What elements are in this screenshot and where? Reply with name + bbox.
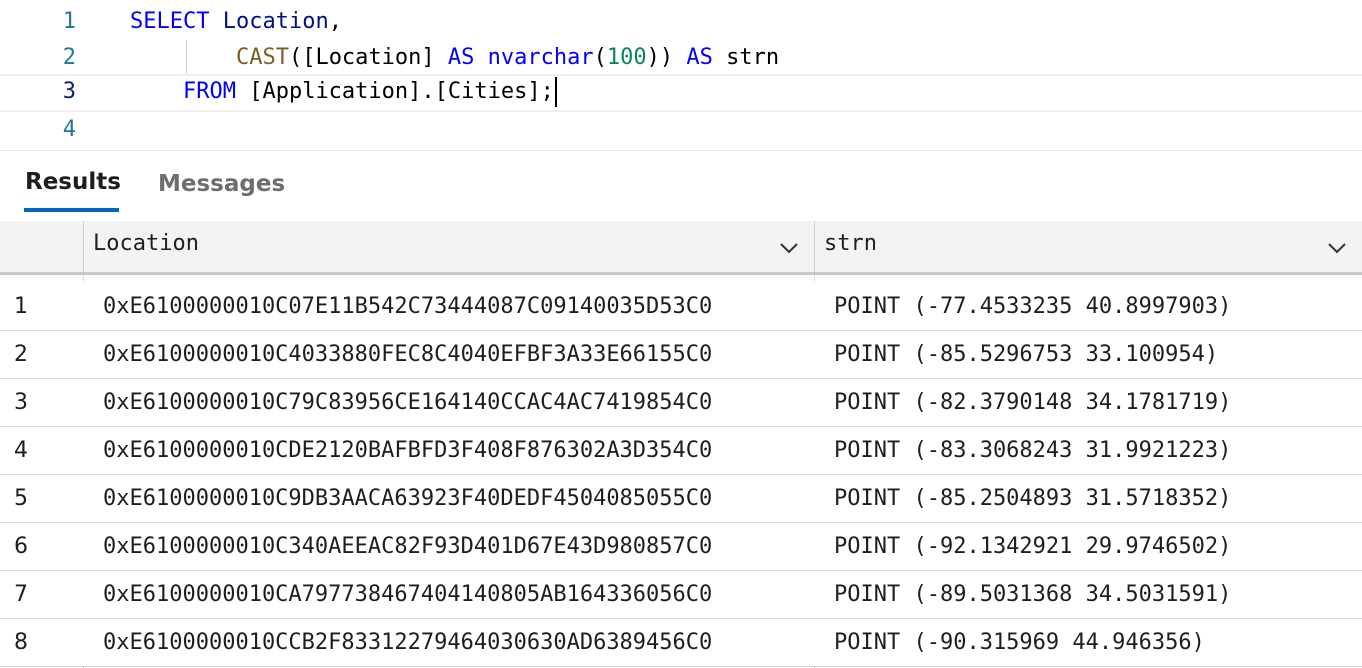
table-row[interactable]: 6 0xE6100000010C340AEEAC82F93D401D67E43D… [0,523,1362,571]
cell-location[interactable]: 0xE6100000010C9DB3AACA63923F40DEDF450408… [103,475,712,522]
code-token: SELECT [130,9,210,34]
cell-location[interactable]: 0xE6100000010C340AEEAC82F93D401D67E43D98… [103,523,712,570]
row-number: 4 [14,438,28,463]
cell-location[interactable]: 0xE6100000010CCB2F83312279464030630AD638… [103,619,712,666]
code-token: 100 [606,45,647,70]
cell-strn[interactable]: POINT (-85.5296753 33.100954) [834,331,1218,378]
row-number: 2 [14,342,28,367]
code-token: nvarchar [487,45,594,70]
chevron-down-icon[interactable] [778,237,800,259]
grid-header: Location strn [0,221,1362,275]
row-number-header [0,221,83,272]
column-header-label: strn [824,231,877,256]
table-row[interactable]: 1 0xE6100000010C07E11B542C73444087C09140… [0,283,1362,331]
line-number: 3 [62,79,76,104]
chevron-down-icon[interactable] [1326,237,1348,259]
tab-messages[interactable]: Messages [158,171,285,197]
tab-results[interactable]: Results [25,169,121,195]
column-header-label: Location [93,231,199,256]
cell-location[interactable]: 0xE6100000010CDE2120BAFBFD3F408F876302A3… [103,427,712,474]
editor-line-1[interactable]: 1 SELECT Location, [0,4,1362,40]
code-token: , [328,9,342,34]
code-token: ([Location] [288,45,448,70]
line-code[interactable]: SELECT Location, [130,4,342,40]
active-tab-indicator [24,208,119,212]
column-header-location[interactable]: Location [84,221,814,272]
cell-strn[interactable]: POINT (-89.5031368 34.5031591) [834,571,1231,618]
cell-location[interactable]: 0xE6100000010C07E11B542C73444087C0914003… [103,283,712,330]
table-row[interactable]: 2 0xE6100000010C4033880FEC8C4040EFBF3A33… [0,331,1362,379]
table-row[interactable]: 7 0xE6100000010CA797738467404140805AB164… [0,571,1362,619]
line-number: 2 [62,45,76,70]
code-token: strn [712,45,780,70]
column-header-strn[interactable]: strn [815,221,1362,272]
line-code[interactable]: CAST([Location] AS nvarchar(100)) AS str… [130,40,779,76]
text-cursor [554,77,557,107]
cell-location[interactable]: 0xE6100000010C4033880FEC8C4040EFBF3A33E6… [103,331,712,378]
table-row[interactable]: 4 0xE6100000010CDE2120BAFBFD3F408F876302… [0,427,1362,475]
row-number: 5 [14,486,28,511]
table-row[interactable]: 3 0xE6100000010C79C83956CE164140CCAC4AC7… [0,379,1362,427]
editor-line-2[interactable]: 2 CAST([Location] AS nvarchar(100)) AS s… [0,40,1362,76]
cell-strn[interactable]: POINT (-77.4533235 40.8997903) [834,283,1231,330]
editor-line-4[interactable]: 4 [0,112,1362,148]
sql-editor[interactable]: 1 SELECT Location, 2 CAST([Location] AS … [0,0,1362,150]
line-number: 1 [62,9,76,34]
code-token: [Application].[Cities]; [235,79,554,104]
results-grid: Location strn 1 0xE6100000010C07E11B542C… [0,221,1362,668]
row-number: 3 [14,390,28,415]
row-number: 7 [14,582,28,607]
code-token: )) [646,45,687,70]
table-row[interactable]: 8 0xE6100000010CCB2F83312279464030630AD6… [0,619,1362,667]
cell-location[interactable]: 0xE6100000010C79C83956CE164140CCAC4AC741… [103,379,712,426]
code-token: ( [593,45,607,70]
table-row[interactable]: 5 0xE6100000010C9DB3AACA63923F40DEDF4504… [0,475,1362,523]
code-token: AS [447,45,475,70]
cell-strn[interactable]: POINT (-85.2504893 31.5718352) [834,475,1231,522]
code-token: Location [222,9,329,34]
cell-strn[interactable]: POINT (-90.315969 44.946356) [834,619,1205,666]
line-code[interactable]: FROM [Application].[Cities]; [130,74,557,110]
line-number: 4 [62,117,76,142]
cell-strn[interactable]: POINT (-83.3068243 31.9921223) [834,427,1231,474]
row-number: 1 [14,294,28,319]
row-number: 6 [14,534,28,559]
cell-strn[interactable]: POINT (-92.1342921 29.9746502) [834,523,1231,570]
code-token: CAST [235,45,289,70]
code-token: AS [686,45,713,70]
cell-strn[interactable]: POINT (-82.3790148 34.1781719) [834,379,1231,426]
row-number: 8 [14,630,28,655]
result-tabs: Results Messages [0,151,1362,221]
cell-location[interactable]: 0xE6100000010CA797738467404140805AB16433… [103,571,712,618]
code-token: FROM [182,79,236,104]
editor-line-3[interactable]: 3 FROM [Application].[Cities]; [0,74,1362,112]
